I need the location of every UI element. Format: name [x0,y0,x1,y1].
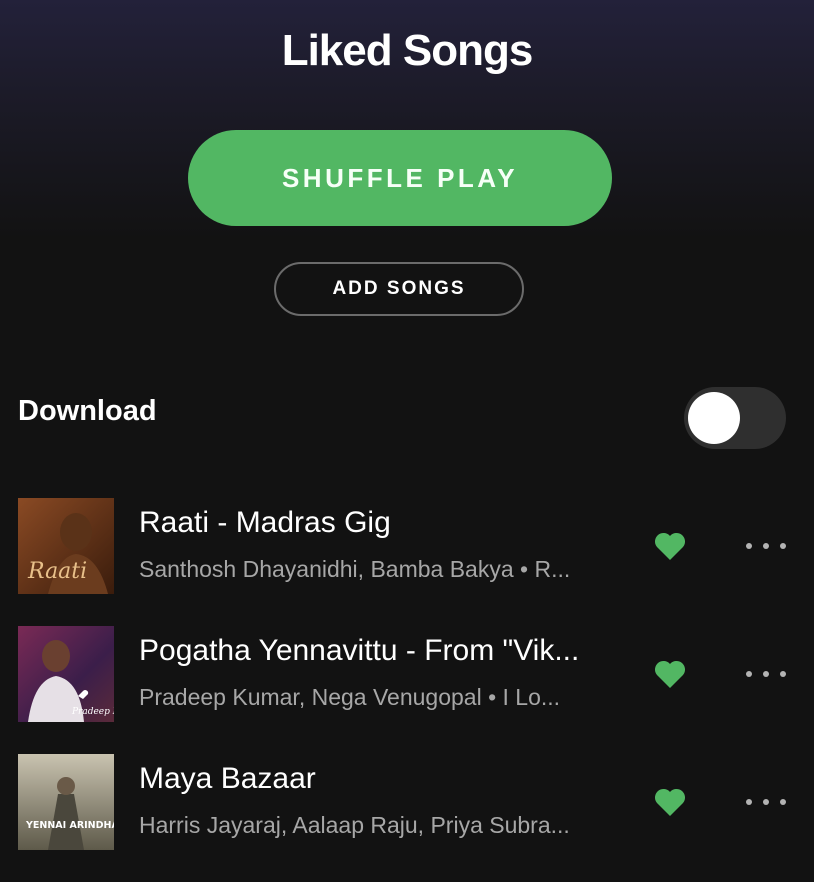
page-title: Liked Songs [281,26,534,75]
track-title: Raati - Madras Gig [139,506,391,539]
download-label: Download [18,395,157,427]
track-row[interactable]: Raati Raati - Madras Gig Santhosh Dhayan… [0,498,814,626]
svg-text:Raati: Raati [27,559,87,584]
shuffle-play-button[interactable]: SHUFFLE PLAY [188,130,612,226]
track-row[interactable]: Pradeep Kumar Pogatha Yennavittu - From … [0,626,814,754]
liked-heart-icon[interactable] [654,787,686,817]
album-art: Raati [18,498,114,594]
download-toggle[interactable] [684,387,786,449]
album-art: YENNAI ARINDHAAL [18,754,114,850]
track-artists: Harris Jayaraj, Aalaap Raju, Priya Subra… [139,812,570,838]
toggle-knob [688,392,740,444]
track-list: Raati Raati - Madras Gig Santhosh Dhayan… [0,498,814,882]
svg-text:Pradeep Kumar: Pradeep Kumar [71,707,114,717]
add-songs-button[interactable]: ADD SONGS [274,262,524,316]
svg-text:YENNAI ARINDHAAL: YENNAI ARINDHAAL [25,820,114,831]
track-artists: Santhosh Dhayanidhi, Bamba Bakya • R... [139,556,571,582]
liked-heart-icon[interactable] [654,659,686,689]
track-artists: Pradeep Kumar, Nega Venugopal • I Lo... [139,684,561,710]
more-options-icon[interactable] [746,534,786,558]
track-title: Maya Bazaar [139,762,316,795]
track-title: Pogatha Yennavittu - From "Vik... [139,634,580,667]
album-art: Pradeep Kumar [18,626,114,722]
more-options-icon[interactable] [746,790,786,814]
more-options-icon[interactable] [746,662,786,686]
liked-heart-icon[interactable] [654,531,686,561]
